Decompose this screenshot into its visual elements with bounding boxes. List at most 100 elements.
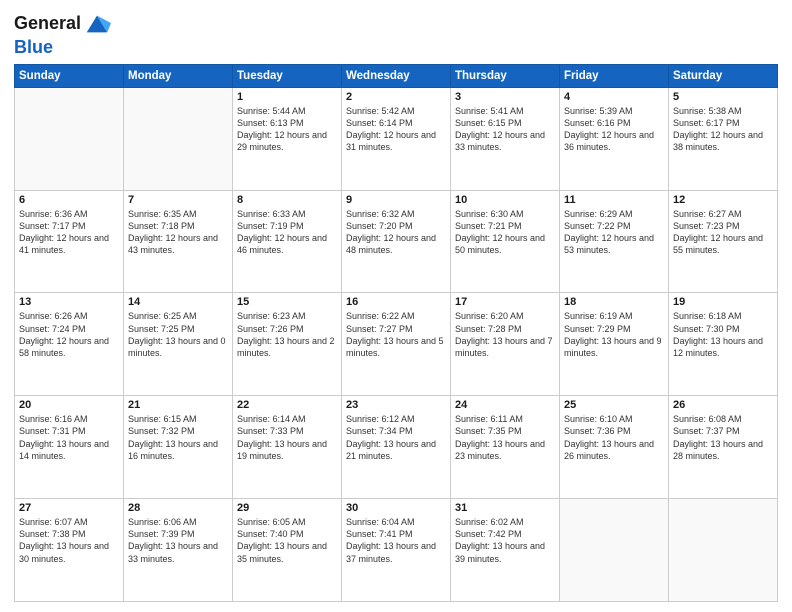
day-info: Sunrise: 5:41 AM Sunset: 6:15 PM Dayligh… [455,105,555,154]
calendar-cell [15,87,124,190]
calendar-cell: 29 Sunrise: 6:05 AM Sunset: 7:40 PM Dayli… [233,499,342,602]
calendar-cell: 23Sunrise: 6:12 AM Sunset: 7:34 PM Dayli… [342,396,451,499]
calendar-cell: 3 Sunrise: 5:41 AM Sunset: 6:15 PM Daylig… [451,87,560,190]
calendar-cell: 31Sunrise: 6:02 AM Sunset: 7:42 PM Dayli… [451,499,560,602]
calendar-week-row: 1Sunrise: 5:44 AM Sunset: 6:13 PM Daylig… [15,87,778,190]
calendar-cell: 27 Sunrise: 6:07 AM Sunset: 7:38 PM Dayli… [15,499,124,602]
day-info: Sunrise: 6:25 AM Sunset: 7:25 PM Dayligh… [128,310,228,359]
calendar-week-row: 13Sunrise: 6:26 AM Sunset: 7:24 PM Dayli… [15,293,778,396]
day-info: Sunrise: 6:29 AM Sunset: 7:22 PM Dayligh… [564,208,664,257]
day-info: Sunrise: 6:18 AM Sunset: 7:30 PM Dayligh… [673,310,773,359]
day-info: Sunrise: 6:30 AM Sunset: 7:21 PM Dayligh… [455,208,555,257]
calendar-week-row: 6 Sunrise: 6:36 AM Sunset: 7:17 PM Daylig… [15,190,778,293]
calendar-cell: 24 Sunrise: 6:11 AM Sunset: 7:35 PM Dayli… [451,396,560,499]
header: General Blue [14,10,778,58]
day-number: 22 [237,399,337,411]
calendar-cell: 5 Sunrise: 5:38 AM Sunset: 6:17 PM Daylig… [669,87,778,190]
day-info: Sunrise: 6:05 AM Sunset: 7:40 PM Dayligh… [237,516,337,565]
calendar-cell: 25 Sunrise: 6:10 AM Sunset: 7:36 PM Dayli… [560,396,669,499]
day-info: Sunrise: 6:10 AM Sunset: 7:36 PM Dayligh… [564,413,664,462]
day-info: Sunrise: 6:20 AM Sunset: 7:28 PM Dayligh… [455,310,555,359]
day-info: Sunrise: 6:33 AM Sunset: 7:19 PM Dayligh… [237,208,337,257]
calendar-day-header: Friday [560,64,669,87]
calendar-cell: 20 Sunrise: 6:16 AM Sunset: 7:31 PM Dayli… [15,396,124,499]
calendar-cell: 10 Sunrise: 6:30 AM Sunset: 7:21 PM Dayli… [451,190,560,293]
calendar-cell: 16 Sunrise: 6:22 AM Sunset: 7:27 PM Dayli… [342,293,451,396]
day-number: 16 [346,296,446,308]
calendar-cell: 14Sunrise: 6:25 AM Sunset: 7:25 PM Dayli… [124,293,233,396]
calendar-cell: 11 Sunrise: 6:29 AM Sunset: 7:22 PM Dayli… [560,190,669,293]
logo-text: General [14,14,81,34]
day-info: Sunrise: 6:26 AM Sunset: 7:24 PM Dayligh… [19,310,119,359]
day-number: 7 [128,194,228,206]
calendar-cell: 6 Sunrise: 6:36 AM Sunset: 7:17 PM Daylig… [15,190,124,293]
calendar-cell: 4 Sunrise: 5:39 AM Sunset: 6:16 PM Daylig… [560,87,669,190]
day-number: 26 [673,399,773,411]
day-info: Sunrise: 6:08 AM Sunset: 7:37 PM Dayligh… [673,413,773,462]
calendar-header-row: SundayMondayTuesdayWednesdayThursdayFrid… [15,64,778,87]
calendar-cell: 15Sunrise: 6:23 AM Sunset: 7:26 PM Dayli… [233,293,342,396]
calendar-cell: 7 Sunrise: 6:35 AM Sunset: 7:18 PM Daylig… [124,190,233,293]
day-number: 25 [564,399,664,411]
day-number: 5 [673,91,773,103]
day-number: 4 [564,91,664,103]
day-info: Sunrise: 6:22 AM Sunset: 7:27 PM Dayligh… [346,310,446,359]
calendar-cell: 28 Sunrise: 6:06 AM Sunset: 7:39 PM Dayli… [124,499,233,602]
day-number: 3 [455,91,555,103]
calendar-cell [669,499,778,602]
day-info: Sunrise: 6:02 AM Sunset: 7:42 PM Dayligh… [455,516,555,565]
logo-icon [83,10,111,38]
day-info: Sunrise: 6:15 AM Sunset: 7:32 PM Dayligh… [128,413,228,462]
day-number: 17 [455,296,555,308]
day-info: Sunrise: 6:16 AM Sunset: 7:31 PM Dayligh… [19,413,119,462]
calendar-cell [124,87,233,190]
calendar-day-header: Monday [124,64,233,87]
calendar-cell: 1Sunrise: 5:44 AM Sunset: 6:13 PM Daylig… [233,87,342,190]
calendar-cell: 21 Sunrise: 6:15 AM Sunset: 7:32 PM Dayli… [124,396,233,499]
day-number: 12 [673,194,773,206]
day-number: 10 [455,194,555,206]
day-number: 6 [19,194,119,206]
day-info: Sunrise: 6:11 AM Sunset: 7:35 PM Dayligh… [455,413,555,462]
calendar-cell: 18Sunrise: 6:19 AM Sunset: 7:29 PM Dayli… [560,293,669,396]
day-number: 8 [237,194,337,206]
day-number: 11 [564,194,664,206]
day-info: Sunrise: 5:39 AM Sunset: 6:16 PM Dayligh… [564,105,664,154]
day-info: Sunrise: 6:27 AM Sunset: 7:23 PM Dayligh… [673,208,773,257]
calendar-cell: 9Sunrise: 6:32 AM Sunset: 7:20 PM Daylig… [342,190,451,293]
page: General Blue SundayMondayTuesdayWednesda… [0,0,792,612]
calendar-cell: 26 Sunrise: 6:08 AM Sunset: 7:37 PM Dayli… [669,396,778,499]
day-info: Sunrise: 6:04 AM Sunset: 7:41 PM Dayligh… [346,516,446,565]
calendar-day-header: Tuesday [233,64,342,87]
day-number: 21 [128,399,228,411]
calendar-cell: 2Sunrise: 5:42 AM Sunset: 6:14 PM Daylig… [342,87,451,190]
calendar-cell: 12 Sunrise: 6:27 AM Sunset: 7:23 PM Dayli… [669,190,778,293]
day-info: Sunrise: 6:35 AM Sunset: 7:18 PM Dayligh… [128,208,228,257]
calendar-cell: 8 Sunrise: 6:33 AM Sunset: 7:19 PM Daylig… [233,190,342,293]
logo-text-blue: Blue [14,38,111,58]
calendar-day-header: Thursday [451,64,560,87]
calendar-cell: 17 Sunrise: 6:20 AM Sunset: 7:28 PM Dayli… [451,293,560,396]
day-number: 28 [128,502,228,514]
day-number: 29 [237,502,337,514]
day-info: Sunrise: 6:36 AM Sunset: 7:17 PM Dayligh… [19,208,119,257]
day-info: Sunrise: 6:23 AM Sunset: 7:26 PM Dayligh… [237,310,337,359]
calendar-day-header: Sunday [15,64,124,87]
day-number: 27 [19,502,119,514]
day-info: Sunrise: 6:07 AM Sunset: 7:38 PM Dayligh… [19,516,119,565]
day-number: 30 [346,502,446,514]
calendar-day-header: Saturday [669,64,778,87]
day-number: 1 [237,91,337,103]
day-info: Sunrise: 5:38 AM Sunset: 6:17 PM Dayligh… [673,105,773,154]
calendar-week-row: 27 Sunrise: 6:07 AM Sunset: 7:38 PM Dayli… [15,499,778,602]
calendar-cell [560,499,669,602]
day-number: 20 [19,399,119,411]
logo: General Blue [14,10,111,58]
calendar-cell: 13Sunrise: 6:26 AM Sunset: 7:24 PM Dayli… [15,293,124,396]
day-number: 19 [673,296,773,308]
day-number: 24 [455,399,555,411]
day-info: Sunrise: 6:14 AM Sunset: 7:33 PM Dayligh… [237,413,337,462]
day-number: 9 [346,194,446,206]
day-info: Sunrise: 6:06 AM Sunset: 7:39 PM Dayligh… [128,516,228,565]
day-info: Sunrise: 6:12 AM Sunset: 7:34 PM Dayligh… [346,413,446,462]
